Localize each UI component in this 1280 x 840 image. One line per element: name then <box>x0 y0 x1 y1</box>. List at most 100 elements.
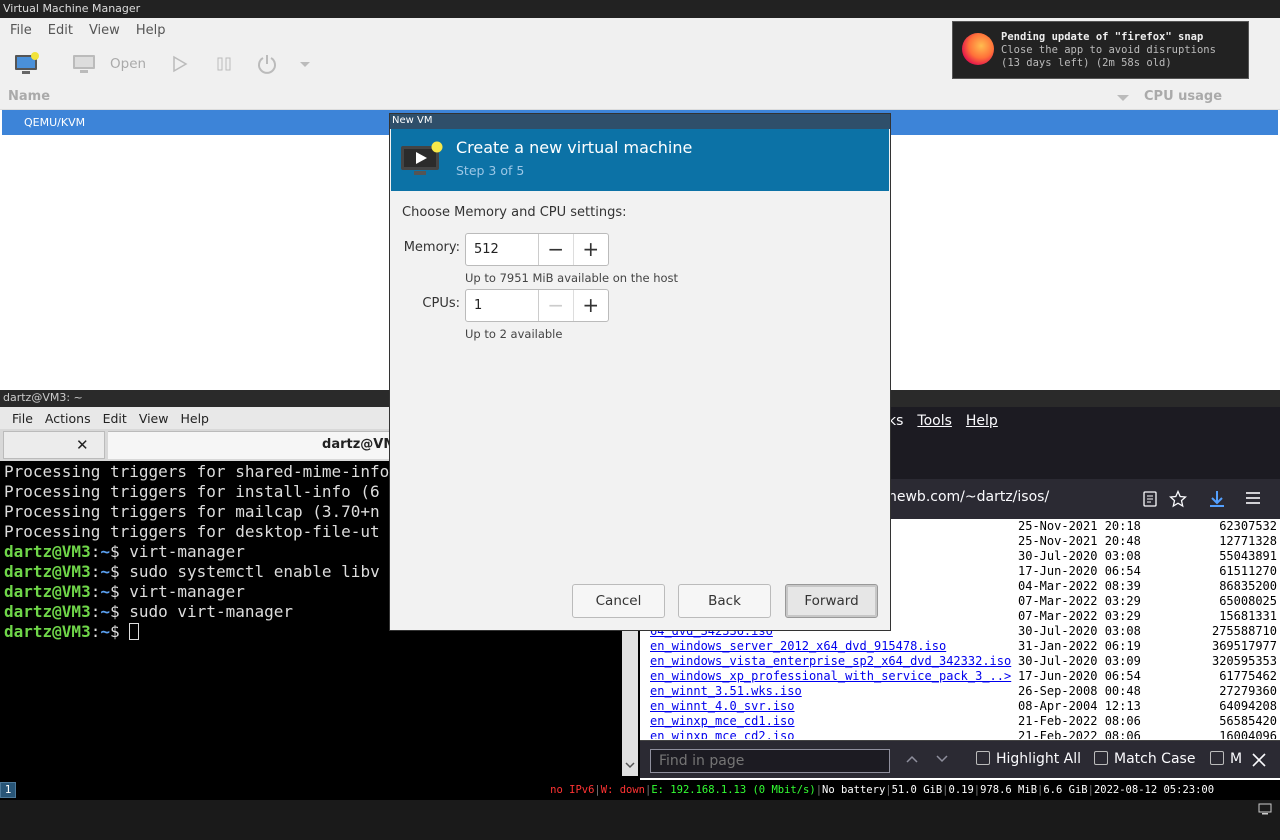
column-cpu-usage[interactable]: CPU usage <box>1144 89 1222 104</box>
prompt-separator: : <box>90 562 101 581</box>
open-button[interactable]: Open <box>72 51 146 77</box>
snap-update-notification[interactable]: Pending update of "firefox" snap Close t… <box>952 21 1249 79</box>
prompt-user: dartz@VM3 <box>4 602 91 621</box>
checkbox-box <box>1094 751 1108 765</box>
file-date: 30-Jul-2020 03:08 <box>1018 549 1141 563</box>
column-name[interactable]: Name <box>8 89 50 104</box>
prompt-sign: $ <box>109 542 130 561</box>
terminal-menu-file[interactable]: File <box>12 411 33 426</box>
new-vm-button[interactable] <box>14 51 40 77</box>
match-diacritics-checkbox[interactable]: M <box>1210 751 1242 767</box>
pause-button[interactable] <box>216 51 232 77</box>
menu-file[interactable]: File <box>10 23 32 38</box>
dialog-heading: Create a new virtual machine <box>456 138 693 157</box>
file-link[interactable]: en_winnt_4.0_svr.iso <box>650 699 795 714</box>
downloads-icon[interactable] <box>1209 490 1225 508</box>
file-row: en_winxp_mce_cd2.iso 21-Feb-2022 08:06 160… <box>640 729 1280 739</box>
file-size: 369517977 <box>1211 639 1277 653</box>
prompt-separator: : <box>90 542 101 561</box>
find-next-icon[interactable] <box>936 754 948 764</box>
dialog-title-bar: New VM <box>390 114 890 129</box>
url-text[interactable]: newb.com/~dartz/isos/ <box>888 489 1049 505</box>
menu-help[interactable]: Help <box>136 23 166 38</box>
terminal-menu-help[interactable]: Help <box>180 411 209 426</box>
hamburger-menu-icon[interactable] <box>1246 492 1260 504</box>
prompt-user: dartz@VM3 <box>4 582 91 601</box>
file-size: 12771328 <box>1219 534 1277 548</box>
file-link[interactable]: en_winnt_3.51.wks.iso <box>650 684 802 699</box>
find-previous-icon[interactable] <box>906 754 918 764</box>
highlight-all-checkbox[interactable]: Highlight All <box>976 751 1081 767</box>
ethernet-status: E: 192.168.1.13 (0 Mbit/s) <box>651 784 816 796</box>
vmm-title-bar: Virtual Machine Manager <box>0 0 1280 18</box>
close-find-icon[interactable] <box>1252 753 1266 767</box>
match-case-label: Match Case <box>1114 751 1196 767</box>
tray-icon[interactable] <box>1220 780 1272 840</box>
file-size: 65008025 <box>1219 594 1277 608</box>
cpus-input[interactable]: 1 <box>466 290 540 321</box>
menu-help[interactable]: Help <box>966 413 998 429</box>
display-tray-icon <box>1258 803 1272 815</box>
cpus-increase-button[interactable]: + <box>574 290 608 321</box>
find-input[interactable] <box>650 749 890 773</box>
file-link[interactable]: en_windows_server_2012_x64_dvd_915478.is… <box>650 639 946 654</box>
scroll-down-icon[interactable] <box>625 761 635 769</box>
menu-tools[interactable]: Tools <box>917 413 952 429</box>
file-size: 15681331 <box>1219 609 1277 623</box>
find-bar: Highlight All Match Case M <box>640 740 1280 778</box>
command-text: sudo systemctl enable libv <box>129 562 380 581</box>
file-date: 31-Jan-2022 06:19 <box>1018 639 1141 653</box>
terminal-menu-view[interactable]: View <box>139 411 169 426</box>
file-size: 55043891 <box>1219 549 1277 563</box>
command-text: virt-manager <box>129 582 245 601</box>
file-date: 25-Nov-2021 20:48 <box>1018 534 1141 548</box>
prompt-sign: $ <box>109 602 130 621</box>
reader-view-icon[interactable] <box>1143 491 1157 507</box>
terminal-menu-edit[interactable]: Edit <box>103 411 127 426</box>
cancel-button[interactable]: Cancel <box>572 584 665 618</box>
memory-spinner: 512 − + <box>465 233 609 266</box>
file-row: en_winnt_3.51.wks.iso 26-Sep-2008 00:48 27… <box>640 684 1280 699</box>
file-link[interactable]: en_windows_vista_enterprise_sp2_x64_dvd_… <box>650 654 1011 669</box>
terminal-tab-inactive[interactable]: ✕ <box>3 431 105 459</box>
file-row: en_winxp_mce_cd1.iso 21-Feb-2022 08:06 565… <box>640 714 1280 729</box>
file-link[interactable]: en_winxp_mce_cd1.iso <box>650 714 795 729</box>
menu-edit[interactable]: Edit <box>48 23 73 38</box>
terminal-menu-actions[interactable]: Actions <box>45 411 91 426</box>
shutdown-button[interactable] <box>256 51 278 77</box>
menu-view[interactable]: View <box>89 23 120 38</box>
memory-status: 978.6 MiB <box>980 784 1038 796</box>
status-items: no IPv6 | W: down | E: 192.168.1.13 (0 Mbi… <box>550 780 1272 840</box>
prompt-user: dartz@VM3 <box>4 562 91 581</box>
cpus-decrease-button[interactable]: − <box>539 290 574 321</box>
back-button[interactable]: Back <box>678 584 771 618</box>
forward-button[interactable]: Forward <box>785 584 878 618</box>
file-link[interactable]: en_windows_xp_professional_with_service_… <box>650 669 1011 684</box>
dialog-step: Step 3 of 5 <box>456 163 525 178</box>
run-button[interactable] <box>172 51 188 77</box>
file-size: 27279360 <box>1219 684 1277 698</box>
sort-chevron-icon[interactable] <box>1116 93 1130 103</box>
prompt-separator: : <box>90 602 101 621</box>
notification-body: Close the app to avoid disruptions (13 d… <box>1001 44 1216 69</box>
memory-input[interactable]: 512 <box>466 234 540 265</box>
checkbox-box <box>1210 751 1224 765</box>
cpus-hint: Up to 2 available <box>465 327 563 341</box>
match-case-checkbox[interactable]: Match Case <box>1094 751 1195 767</box>
file-row: en_winnt_4.0_svr.iso 08-Apr-2004 12:13 640… <box>640 699 1280 714</box>
memory-increase-button[interactable]: + <box>574 234 608 265</box>
prompt-sign: $ <box>109 582 130 601</box>
file-row: en_windows_vista_enterprise_sp2_x64_dvd_… <box>640 654 1280 669</box>
prompt-path: ~ <box>100 562 110 581</box>
memory-decrease-button[interactable]: − <box>539 234 574 265</box>
file-date: 21-Feb-2022 08:06 <box>1018 729 1141 739</box>
dialog-header: Create a new virtual machine Step 3 of 5 <box>391 129 889 191</box>
file-link[interactable]: en_winxp_mce_cd2.iso <box>650 729 795 739</box>
close-tab-icon[interactable]: ✕ <box>76 436 89 454</box>
file-date: 04-Mar-2022 08:39 <box>1018 579 1141 593</box>
memory-label: Memory: <box>403 240 460 255</box>
shutdown-menu-button[interactable] <box>298 51 312 77</box>
file-size: 86835200 <box>1219 579 1277 593</box>
bookmark-star-icon[interactable] <box>1169 490 1187 508</box>
workspace-button[interactable]: 1 <box>0 782 16 798</box>
